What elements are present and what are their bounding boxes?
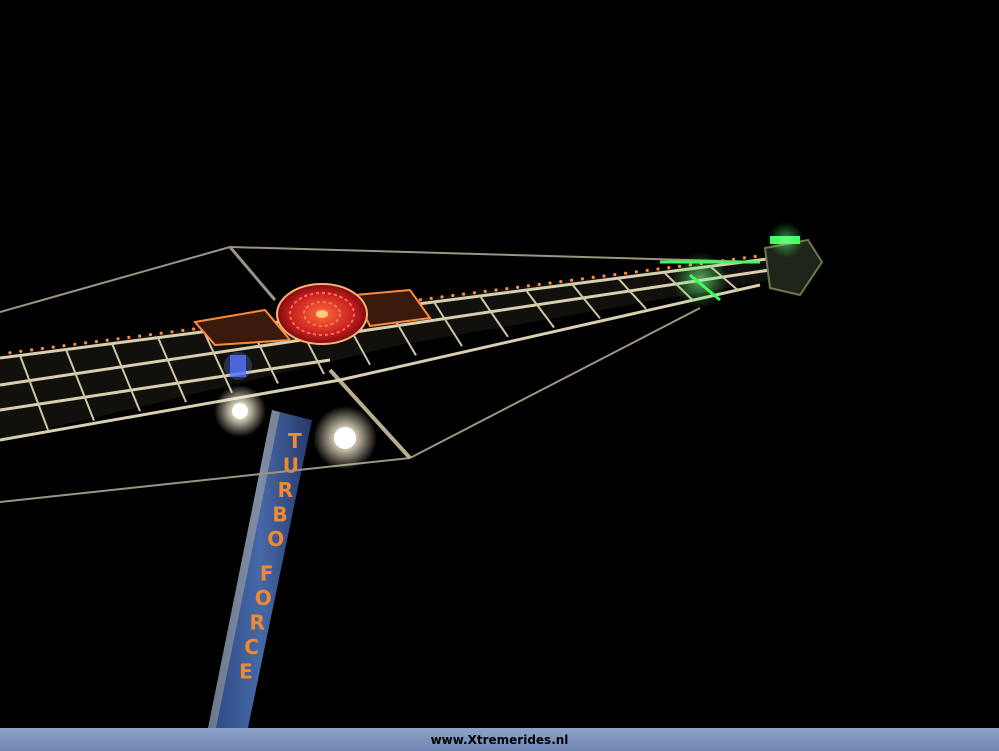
bulb	[94, 340, 98, 344]
footer-bar: www.Xtremerides.nl	[0, 728, 999, 751]
bulb	[440, 295, 444, 299]
bulb	[570, 278, 574, 282]
tower-letter: C	[244, 635, 259, 659]
bulb	[62, 344, 66, 348]
bulb	[451, 293, 455, 298]
fan-panel-left	[193, 308, 293, 347]
bulb	[116, 337, 120, 341]
bulb	[516, 285, 520, 289]
bulb	[613, 273, 617, 277]
bulb	[192, 327, 196, 331]
bulb	[73, 342, 77, 346]
blue-light	[224, 352, 252, 380]
bulb	[526, 284, 531, 288]
bulb	[559, 280, 563, 284]
bulb	[753, 254, 757, 259]
bulb	[472, 291, 476, 295]
bulb	[483, 289, 487, 293]
bulb	[19, 349, 23, 353]
tower-letter: U	[283, 454, 299, 478]
tower-letter: F	[260, 561, 274, 585]
bulb	[105, 338, 109, 342]
bulb	[159, 331, 163, 335]
bulb	[580, 277, 585, 281]
bulb	[148, 333, 152, 337]
bulb	[537, 282, 541, 286]
bulb	[505, 287, 509, 291]
tower-letter: E	[239, 659, 253, 683]
bulb	[181, 328, 185, 332]
bulb	[645, 268, 649, 272]
bulb	[602, 274, 606, 278]
bulb	[591, 275, 595, 279]
tower-letter: O	[267, 527, 284, 551]
bulb	[656, 267, 660, 271]
tower-letter: B	[272, 503, 287, 527]
bulb	[462, 292, 466, 296]
tower-letter: R	[250, 610, 265, 634]
spotlight-left	[214, 385, 266, 437]
tower-letter: R	[278, 478, 293, 502]
bulb	[8, 351, 12, 355]
spotlight-right	[313, 406, 377, 470]
lit-wheel	[276, 283, 368, 345]
bulb	[138, 334, 142, 338]
bulb	[84, 341, 88, 345]
bulb	[30, 348, 34, 352]
bulb	[667, 266, 671, 270]
bulb	[548, 281, 552, 285]
bulb	[170, 330, 174, 334]
bulb	[418, 298, 422, 302]
bulb	[40, 346, 45, 351]
bulb	[732, 257, 736, 261]
bulb	[634, 270, 639, 274]
tower-letter: O	[255, 586, 272, 610]
bulb	[127, 335, 131, 339]
bulb	[494, 288, 498, 292]
bulb	[429, 296, 433, 300]
tower-letter: T	[288, 429, 302, 453]
watermark-text: www.Xtremerides.nl	[430, 732, 569, 747]
bulb	[742, 256, 747, 260]
night-photo: TURBOFORCE	[0, 222, 824, 728]
bulb	[51, 345, 55, 349]
bulb	[624, 271, 628, 275]
gondola	[763, 222, 824, 297]
